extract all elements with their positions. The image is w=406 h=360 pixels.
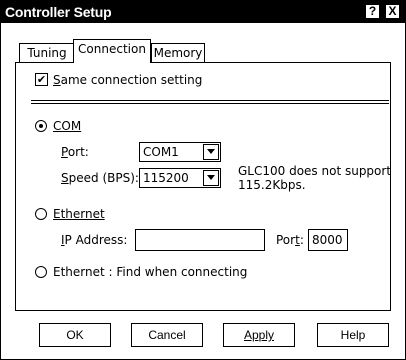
title-bar: Controller Setup ? X <box>1 1 405 23</box>
help-title-button[interactable]: ? <box>365 4 380 19</box>
apply-button[interactable]: Apply <box>223 323 295 347</box>
help-button[interactable]: Help <box>317 323 389 347</box>
cancel-button[interactable]: Cancel <box>131 323 203 347</box>
com-radio[interactable] <box>35 120 47 132</box>
ethernet-port-input[interactable]: 8000 <box>308 229 348 251</box>
port-label: Port: <box>61 145 89 159</box>
chevron-down-icon[interactable] <box>203 170 219 186</box>
controller-setup-dialog: Controller Setup ? X Tuning Connection M… <box>0 0 406 360</box>
speed-note-line2: 115.2Kbps. <box>238 178 306 192</box>
close-title-button[interactable]: X <box>385 4 400 19</box>
tab-memory[interactable]: Memory <box>151 43 205 63</box>
ethernet-label: Ethernet <box>53 207 105 221</box>
tab-connection[interactable]: Connection <box>73 39 151 63</box>
tab-tuning[interactable]: Tuning <box>19 43 75 63</box>
separator-line <box>31 103 389 104</box>
same-connection-label: Same connection setting <box>53 73 203 87</box>
speed-value: 115200 <box>143 171 189 185</box>
ok-button[interactable]: OK <box>39 323 111 347</box>
chevron-down-icon[interactable] <box>203 144 219 160</box>
ethernet-find-radio[interactable] <box>35 266 47 278</box>
ethernet-find-label: Ethernet : Find when connecting <box>53 265 248 279</box>
port-select[interactable]: COM1 <box>139 142 221 162</box>
ethernet-radio[interactable] <box>35 208 47 220</box>
port-value: COM1 <box>143 145 179 159</box>
dialog-title: Controller Setup <box>5 4 112 20</box>
ethernet-port-label: Port: <box>276 233 304 247</box>
ethernet-port-value: 8000 <box>312 233 343 247</box>
separator-line <box>31 100 389 101</box>
same-connection-checkbox[interactable]: ✔ <box>35 73 48 86</box>
speed-note-line1: GLC100 does not support <box>238 164 392 178</box>
ip-address-label: IP Address: <box>61 233 128 247</box>
com-label: COM <box>53 119 82 133</box>
speed-select[interactable]: 115200 <box>139 168 221 188</box>
speed-label: Speed (BPS): <box>61 171 139 185</box>
ip-address-input[interactable] <box>135 229 265 251</box>
